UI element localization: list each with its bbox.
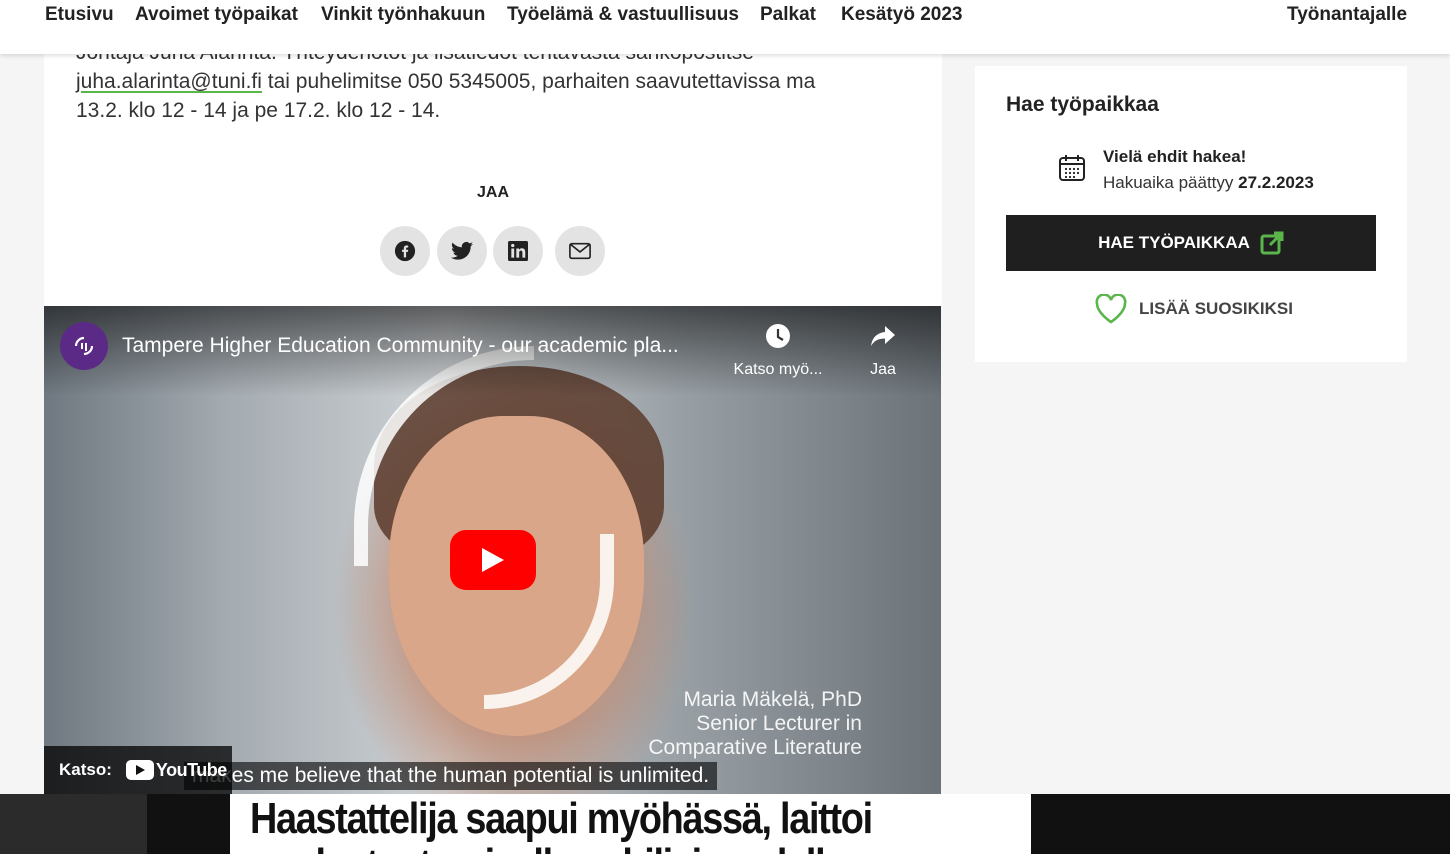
youtube-logo: YouTube — [125, 759, 227, 781]
speaker-role: Senior Lecturer in — [696, 712, 862, 735]
calendar-icon — [1058, 154, 1086, 187]
share-arrow-icon — [871, 326, 895, 346]
article-text-line3: 13.2. klo 12 - 14 ja pe 17.2. klo 12 - 1… — [76, 99, 441, 122]
nav-item-salaries[interactable]: Palkat — [760, 4, 816, 26]
nav-item-open-jobs[interactable]: Avoimet työpaikat — [135, 4, 298, 26]
external-link-icon — [1260, 231, 1284, 255]
nav-item-summer-job[interactable]: Kesätyö 2023 — [841, 4, 962, 26]
apply-job-label: HAE TYÖPAIKKAA — [1098, 233, 1250, 252]
sidebar-title: Hae työpaikkaa — [1006, 93, 1159, 116]
bottom-dark-panel — [0, 794, 147, 854]
watch-on-youtube-button[interactable]: Katso: YouTube — [44, 746, 232, 794]
bottom-overlay: Haastattelija saapui myöhässä, laittoi p… — [0, 794, 1450, 854]
next-article-card[interactable]: Haastattelija saapui myöhässä, laittoi p… — [230, 794, 1031, 854]
youtube-play-icon — [125, 760, 154, 780]
email-link[interactable]: juha.alarinta@tuni.fi — [76, 70, 262, 93]
deadline-label: Hakuaika päättyy — [1103, 173, 1239, 192]
share-twitter-button[interactable] — [437, 226, 487, 276]
linkedin-icon — [508, 241, 528, 261]
channel-logo-icon[interactable] — [60, 322, 108, 370]
still-time-text: Vielä ehdit hakea! — [1103, 147, 1247, 166]
next-article-headline[interactable]: Haastattelija saapui myöhässä, laittoi — [250, 796, 873, 842]
heart-icon — [1095, 294, 1127, 324]
watch-on-label: Katso: — [59, 760, 112, 779]
video-subtitle: makes me believe that the human potentia… — [184, 762, 718, 790]
mail-icon — [569, 242, 591, 260]
deadline-date: 27.2.2023 — [1238, 173, 1314, 192]
nav-item-etusivu[interactable]: Etusivu — [45, 4, 114, 26]
speaker-name: Maria Mäkelä, PhD — [683, 688, 862, 711]
add-favorite-label: LISÄÄ SUOSIKIKSI — [1139, 299, 1293, 318]
share-facebook-button[interactable] — [380, 226, 430, 276]
video-title[interactable]: Tampere Higher Education Community - our… — [122, 334, 679, 358]
watch-later-button[interactable]: Katso myö... — [723, 322, 833, 379]
nav-item-job-tips[interactable]: Vinkit työnhakuun — [321, 4, 485, 26]
speaker-caption: Maria Mäkelä, PhD Senior Lecturer in Com… — [630, 688, 862, 760]
nav-item-employer[interactable]: Työnantajalle — [1287, 4, 1407, 26]
share-email-button[interactable] — [555, 226, 605, 276]
share-linkedin-button[interactable] — [493, 226, 543, 276]
youtube-logo-text: YouTube — [155, 759, 227, 780]
deadline-text: Hakuaika päättyy 27.2.2023 — [1103, 173, 1314, 193]
share-title: JAA — [476, 184, 509, 201]
add-favorite-button[interactable]: LISÄÄ SUOSIKIKSI — [1095, 294, 1293, 324]
play-icon — [482, 548, 504, 572]
facebook-icon — [394, 240, 416, 262]
nav-item-working-life[interactable]: Työelämä & vastuullisuus — [507, 4, 739, 26]
top-navigation: Etusivu Avoimet työpaikat Vinkit työnhak… — [0, 0, 1450, 54]
play-button[interactable] — [450, 530, 536, 590]
article-text-line2: tai puhelimitse 050 5345005, parhaiten s… — [261, 70, 816, 93]
twitter-icon — [451, 241, 473, 260]
video-share-label: Jaa — [870, 361, 896, 378]
apply-job-button[interactable]: HAE TYÖPAIKKAA — [1006, 215, 1376, 271]
speaker-field: Comparative Literature — [648, 736, 862, 759]
clock-icon — [766, 324, 790, 348]
apply-sidebar: Hae työpaikkaa Vielä ehdit hakea! Hakuai… — [975, 66, 1407, 362]
video-share-button[interactable]: Jaa — [828, 322, 938, 379]
watch-later-label: Katso myö... — [733, 361, 823, 378]
next-article-headline-line2[interactable]: puolustautumiselleen hiljaisuudella — [250, 840, 845, 854]
embedded-video[interactable]: Tampere Higher Education Community - our… — [44, 306, 941, 794]
